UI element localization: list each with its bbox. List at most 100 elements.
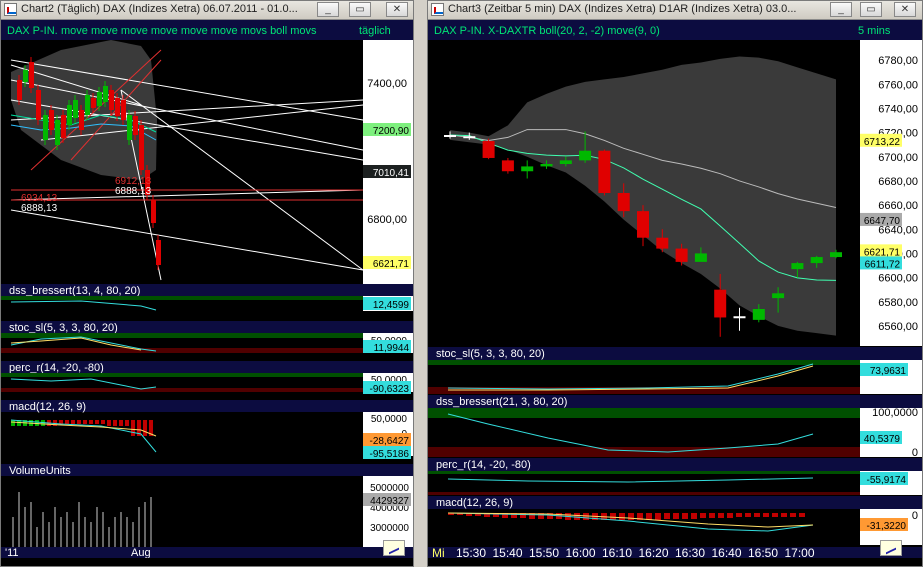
candle-body xyxy=(133,116,138,135)
maximize-button[interactable]: ▭ xyxy=(349,2,371,17)
macd-histogram-bar xyxy=(745,513,751,517)
candle-body xyxy=(43,115,48,140)
minimize-button[interactable]: _ xyxy=(830,2,852,17)
macd-histogram-bar xyxy=(95,420,99,424)
macd-histogram-bar xyxy=(790,513,796,517)
macd-histogram-bar xyxy=(83,420,87,424)
indicator-line xyxy=(10,300,157,311)
candle-body xyxy=(79,110,84,130)
macd-histogram-bar xyxy=(77,420,81,424)
chart-symbol-label: DAX P-IN. xyxy=(7,25,58,37)
value-badge-text: 12,4599 xyxy=(373,300,410,311)
indicator-label: perc_r(14, -20, -80) xyxy=(9,362,104,374)
value-badge-text: 73,9631 xyxy=(870,366,907,377)
indicator-line xyxy=(447,363,814,390)
axis-tick-label: 6760,00 xyxy=(878,79,918,91)
macd-histogram-bar xyxy=(619,513,625,520)
candle-body xyxy=(121,100,126,120)
right-window-title: Chart3 (Zeitbar 5 min) DAX (Indizes Xetr… xyxy=(448,3,797,15)
axis-tick-label: 6740,00 xyxy=(878,103,918,115)
axis-tick-label: 7400,00 xyxy=(367,78,407,90)
value-badge-text: 4429327 xyxy=(370,496,409,507)
time-axis-label: 17:00 xyxy=(785,546,815,558)
macd-histogram-bar xyxy=(673,513,679,519)
drawing-tool-icon[interactable] xyxy=(383,540,405,556)
indicator-line xyxy=(448,365,814,391)
candle-body xyxy=(17,80,22,100)
time-axis-label: 16:30 xyxy=(675,546,705,558)
maximize-button[interactable]: ▭ xyxy=(860,2,882,17)
time-axis-label: 16:00 xyxy=(566,546,596,558)
candle-body xyxy=(637,211,649,238)
value-badge-text: 6621,71 xyxy=(373,259,410,270)
drawing-tool-icon[interactable] xyxy=(880,540,902,556)
candle-body xyxy=(810,257,823,264)
price-annotation: 6912,13 xyxy=(115,176,152,187)
chart-app-icon xyxy=(431,3,444,16)
macd-histogram-bar xyxy=(125,420,129,426)
macd-histogram-bar xyxy=(113,420,117,426)
overbought-zone xyxy=(428,408,860,418)
minimize-button[interactable]: _ xyxy=(317,2,339,17)
close-button[interactable]: ✕ xyxy=(894,2,916,17)
value-badge-text: 40,5379 xyxy=(864,434,901,445)
candle-body xyxy=(694,253,707,262)
indicator-line xyxy=(447,477,814,483)
macd-histogram-bar xyxy=(772,513,778,517)
macd-histogram-bar xyxy=(65,420,69,424)
overbought-zone xyxy=(1,296,363,300)
chart-indicators-label: X-DAXTR boll(20, 2, -2) move(9, 0) xyxy=(488,25,660,37)
candle-body xyxy=(109,90,114,110)
macd-histogram-bar xyxy=(664,513,670,519)
candle-body xyxy=(463,136,476,139)
value-badge-text: 7010,41 xyxy=(373,168,410,179)
right-chart-window[interactable]: Chart3 (Zeitbar 5 min) DAX (Indizes Xetr… xyxy=(427,0,923,567)
trend-line xyxy=(10,209,364,271)
macd-histogram-bar xyxy=(610,513,616,520)
value-badge-text: -95,5186 xyxy=(370,449,410,460)
close-button[interactable]: ✕ xyxy=(386,2,408,17)
macd-histogram-bar xyxy=(11,420,15,426)
time-axis-label: 16:20 xyxy=(639,546,669,558)
indicator-label: macd(12, 26, 9) xyxy=(436,497,513,509)
left-window-titlebar[interactable]: Chart2 (Täglich) DAX (Indizes Xetra) 06.… xyxy=(1,1,413,20)
candle-body xyxy=(103,86,108,102)
time-axis-label: 16:40 xyxy=(712,546,742,558)
left-chart-window[interactable]: Chart2 (Täglich) DAX (Indizes Xetra) 06.… xyxy=(0,0,414,567)
candle-body xyxy=(85,95,90,115)
time-axis-label: 16:50 xyxy=(748,546,778,558)
time-axis-label: 16:10 xyxy=(602,546,632,558)
axis-tick-label: 5000000 xyxy=(370,483,409,494)
interval-label: täglich xyxy=(359,25,391,37)
macd-histogram-bar xyxy=(89,420,93,424)
oversold-zone xyxy=(428,492,860,495)
candle-body xyxy=(656,237,669,249)
macd-histogram-bar xyxy=(754,513,760,517)
indicator-label: stoc_sl(5, 3, 3, 80, 20) xyxy=(9,322,118,334)
candle-body xyxy=(73,100,78,118)
macd-histogram-bar xyxy=(71,420,75,424)
macd-histogram-bar xyxy=(781,513,787,517)
macd-histogram-bar xyxy=(727,513,733,518)
axis-tick-label: 6580,00 xyxy=(878,297,918,309)
macd-histogram-bar xyxy=(691,513,697,519)
macd-histogram-bar xyxy=(682,513,688,519)
macd-histogram-bar xyxy=(709,513,715,518)
candle-body xyxy=(791,263,804,270)
candle-body xyxy=(714,289,727,318)
value-badge-text: 6611,72 xyxy=(865,259,901,270)
candle-body xyxy=(139,125,144,170)
time-axis xyxy=(1,547,413,558)
right-chart-canvas[interactable]: DAX P-IN. X-DAXTR boll(20, 2, -2) move(9,… xyxy=(428,20,922,558)
axis-tick-label: 6600,00 xyxy=(878,273,918,285)
chart-app-icon xyxy=(4,3,17,16)
overbought-zone xyxy=(1,373,363,377)
candle-body xyxy=(830,252,842,258)
axis-tick-label: 0 xyxy=(912,447,918,459)
price-annotation: 6888,13 xyxy=(115,186,152,197)
value-badge-text: -31,3220 xyxy=(867,521,907,532)
left-chart-canvas[interactable]: DAX P-IN. move move move move move move m… xyxy=(1,20,413,558)
right-window-titlebar[interactable]: Chart3 (Zeitbar 5 min) DAX (Indizes Xetr… xyxy=(428,1,922,20)
candle-body xyxy=(579,150,592,161)
oversold-zone xyxy=(1,388,363,392)
